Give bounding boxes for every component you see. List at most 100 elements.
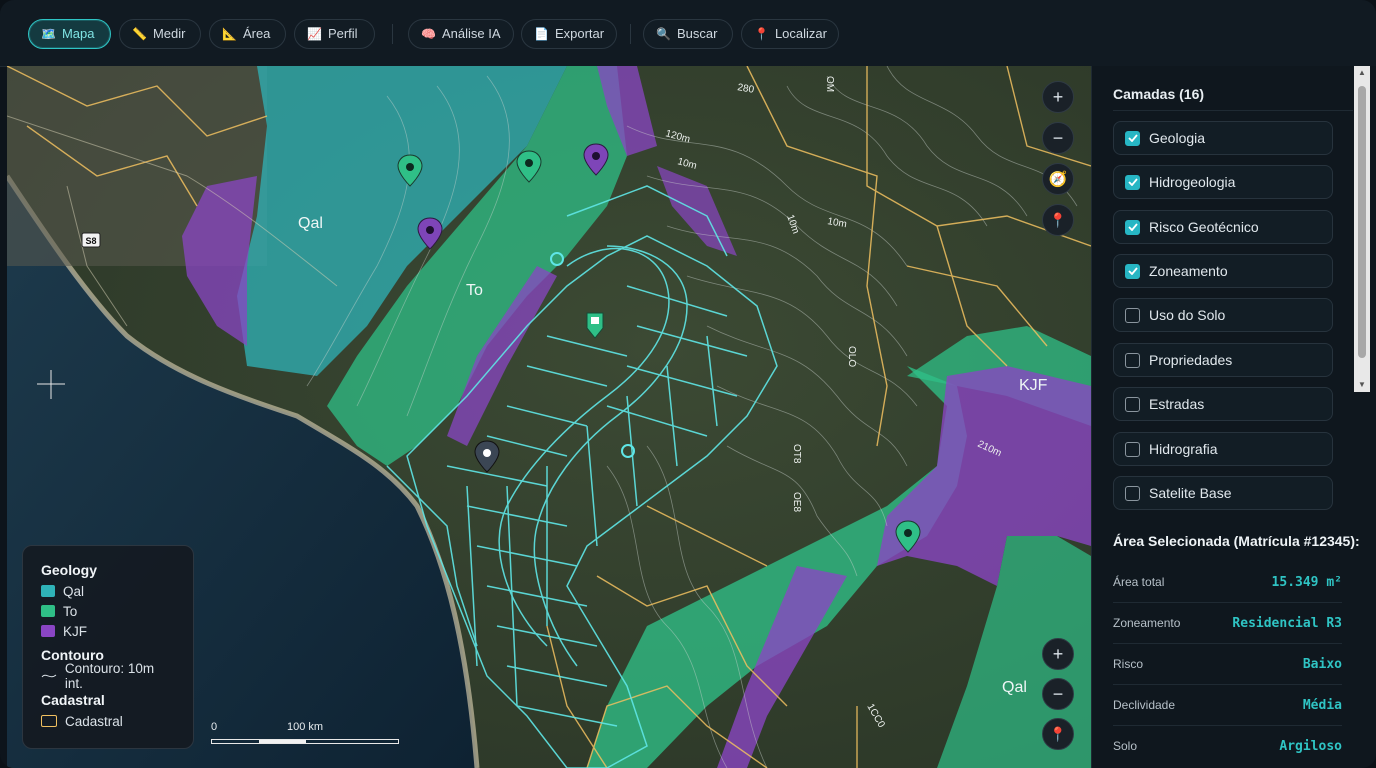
map-icon: 🗺️ — [41, 27, 56, 41]
info-value: Residencial R3 — [1232, 615, 1342, 631]
legend-item: Qal — [41, 581, 175, 601]
checkbox-checked[interactable] — [1125, 219, 1140, 235]
measure-button-label: Medir — [152, 26, 186, 41]
info-row: Zoneamento Residencial R3 — [1113, 603, 1342, 644]
checkbox-checked[interactable] — [1125, 130, 1140, 146]
layers-title: Camadas (16) — [1113, 86, 1205, 102]
info-row: Área total 15.349 m² — [1113, 562, 1342, 603]
legend-item: To — [41, 601, 175, 621]
contour-label: OT8 — [791, 444, 802, 464]
contour-label: OM — [824, 76, 835, 92]
area-button[interactable]: 📐 Área — [209, 19, 286, 49]
layer-label: Estradas — [1149, 396, 1205, 412]
contour-label: OLO — [846, 346, 857, 367]
compass-icon[interactable]: 🧭 — [1042, 163, 1074, 195]
layer-label: Risco Geotécnico — [1149, 219, 1259, 235]
checkbox-unchecked[interactable] — [1125, 396, 1140, 412]
scroll-up-icon[interactable]: ▲ — [1354, 66, 1370, 80]
info-value: Baixo — [1302, 656, 1342, 672]
info-value: 15.349 m² — [1271, 574, 1342, 590]
profile-button[interactable]: 📈 Perfil — [294, 19, 375, 49]
zoom-in-button[interactable]: + — [1042, 638, 1074, 670]
scale-end-label: 100 km — [287, 721, 324, 733]
layer-zoneamento[interactable]: Zoneamento — [1113, 254, 1333, 288]
info-key: Risco — [1113, 657, 1144, 671]
info-row: Risco Baixo — [1113, 644, 1342, 685]
legend-swatch — [41, 625, 55, 637]
legend-swatch — [41, 605, 55, 617]
legend-cadastral-title: Cadastral — [41, 692, 105, 708]
scale-start-label: 0 — [211, 721, 218, 733]
legend-swatch — [41, 715, 57, 727]
toolbar: 🗺️ Mapa 📏 Medir 📐 Área 📈 Perfil 🧠 Anális… — [0, 0, 1376, 67]
legend-item: Cadastral — [41, 711, 175, 731]
export-button-label: Exportar — [554, 26, 605, 41]
contour-label: OE8 — [791, 492, 802, 512]
search-icon: 🔍 — [656, 27, 671, 41]
layer-uso-do-solo[interactable]: Uso do Solo — [1113, 298, 1333, 332]
ai-analysis-button-label: Análise IA — [441, 26, 501, 41]
zoom-in-button[interactable]: + — [1042, 81, 1074, 113]
info-key: Solo — [1113, 739, 1138, 753]
layer-hidrografia[interactable]: Hidrografia — [1113, 432, 1333, 466]
route-shield: S8 — [81, 232, 101, 248]
zoom-out-button[interactable]: − — [1042, 678, 1074, 710]
info-row: Declividade Média — [1113, 685, 1342, 726]
locate-button-label: Localizar — [774, 26, 827, 41]
brain-icon: 🧠 — [421, 27, 436, 41]
info-key: Zoneamento — [1113, 616, 1181, 630]
layer-label: Satelite Base — [1149, 485, 1232, 501]
zone-label-to: To — [466, 282, 483, 299]
legend-geology-title: Geology — [41, 562, 98, 578]
map-button[interactable]: 🗺️ Mapa — [28, 19, 111, 49]
export-button[interactable]: 📄 Exportar — [521, 19, 617, 49]
layer-geologia[interactable]: Geologia — [1113, 121, 1333, 155]
toolbar-divider — [392, 24, 393, 44]
contour-line-icon — [41, 674, 57, 678]
legend-item-label: Contouro: 10m int. — [64, 661, 155, 691]
layer-risco-geotecnico[interactable]: Risco Geotécnico — [1113, 210, 1333, 244]
location-pin-icon[interactable]: 📍 — [1042, 718, 1074, 750]
checkbox-unchecked[interactable] — [1125, 441, 1140, 457]
info-key: Área total — [1113, 575, 1165, 589]
info-key: Declividade — [1113, 698, 1176, 712]
checkbox-unchecked[interactable] — [1125, 485, 1140, 501]
map-legend: Geology Qal To KJF Contouro Contouro: 10… — [22, 545, 194, 749]
toolbar-divider — [630, 24, 631, 44]
layer-satelite-base[interactable]: Satelite Base — [1113, 476, 1333, 510]
checkbox-checked[interactable] — [1125, 263, 1140, 279]
panel-scrollbar[interactable]: ▲ ▼ — [1354, 66, 1370, 392]
location-pin-icon[interactable]: 📍 — [1042, 204, 1074, 236]
scroll-down-icon[interactable]: ▼ — [1354, 378, 1370, 392]
checkbox-checked[interactable] — [1125, 174, 1140, 190]
search-button[interactable]: 🔍 Buscar — [643, 19, 733, 49]
layer-label: Zoneamento — [1149, 263, 1228, 279]
svg-text:S8: S8 — [85, 236, 96, 246]
area-button-label: Área — [242, 26, 271, 41]
document-icon: 📄 — [534, 27, 549, 41]
triangle-ruler-icon: 📐 — [222, 27, 237, 41]
scale-bar: 0 100 km — [211, 721, 401, 751]
scrollbar-thumb[interactable] — [1358, 86, 1366, 358]
layer-estradas[interactable]: Estradas — [1113, 387, 1333, 421]
ai-analysis-button[interactable]: 🧠 Análise IA — [408, 19, 514, 49]
layer-label: Uso do Solo — [1149, 307, 1226, 323]
legend-swatch — [41, 585, 55, 597]
scale-bar-segment — [259, 740, 306, 743]
measure-button[interactable]: 📏 Medir — [119, 19, 201, 49]
layer-propriedades[interactable]: Propriedades — [1113, 343, 1333, 377]
layer-label: Geologia — [1149, 130, 1206, 146]
checkbox-unchecked[interactable] — [1125, 307, 1140, 323]
checkbox-unchecked[interactable] — [1125, 352, 1140, 368]
zoom-out-button[interactable]: − — [1042, 122, 1074, 154]
locate-button[interactable]: 📍 Localizar — [741, 19, 839, 49]
info-value: Média — [1302, 697, 1342, 713]
zone-label-kjf: KJF — [1019, 377, 1048, 394]
legend-item-label: Cadastral — [65, 713, 123, 729]
legend-item-label: To — [63, 603, 78, 619]
pin-icon: 📍 — [754, 27, 769, 41]
profile-button-label: Perfil — [327, 26, 358, 41]
layer-label: Hidrografia — [1149, 441, 1218, 457]
layer-hidrogeologia[interactable]: Hidrogeologia — [1113, 165, 1333, 199]
zone-label-qal: Qal — [1002, 679, 1027, 696]
